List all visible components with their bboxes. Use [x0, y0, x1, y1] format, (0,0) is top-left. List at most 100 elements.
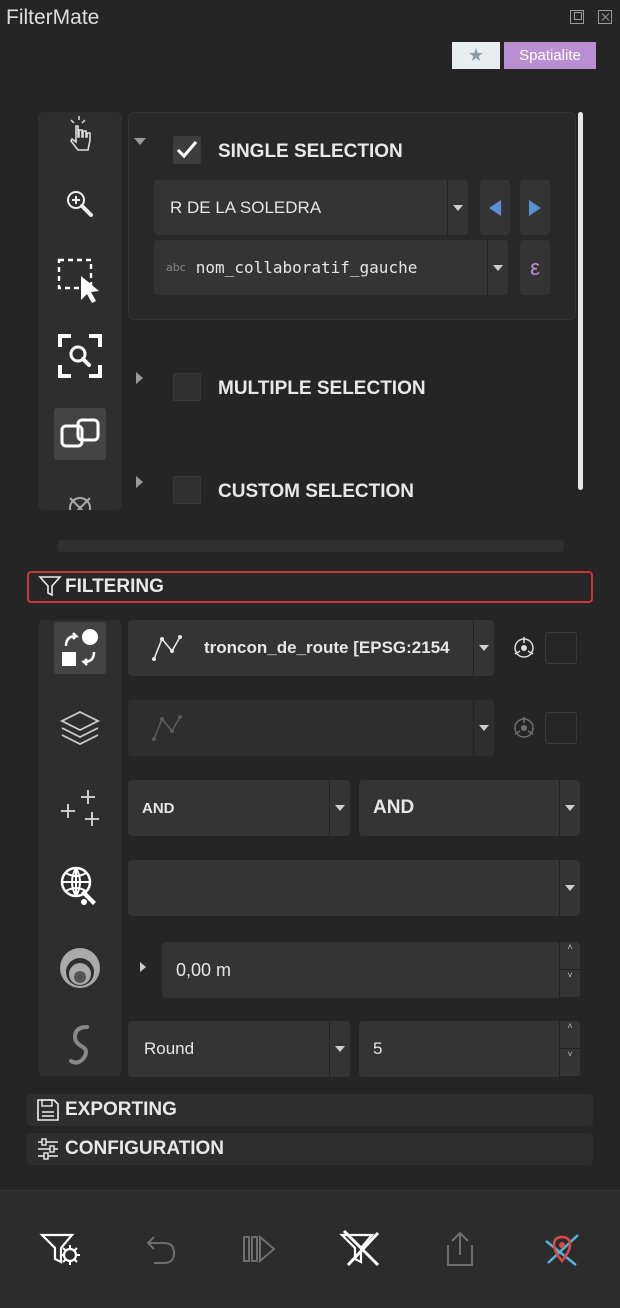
line-layer-icon: [152, 635, 182, 661]
buffer-value-spinbox[interactable]: 0,00 m ˄ ˅: [162, 942, 580, 998]
configuration-section-header[interactable]: CONFIGURATION: [27, 1133, 593, 1165]
next-feature-button[interactable]: [520, 180, 550, 235]
linked-squares-icon: [60, 418, 100, 448]
curve-s-icon: [69, 1025, 89, 1065]
sliders-icon: [38, 1138, 58, 1160]
step-forward-icon: [243, 1234, 276, 1264]
buffer-type-tool[interactable]: [54, 1020, 106, 1072]
configuration-section-label: CONFIGURATION: [65, 1138, 225, 1159]
feature-picker-value: R DE LA SOLEDRA: [170, 197, 322, 217]
buffer-type-select[interactable]: Round: [128, 1021, 350, 1077]
checkmark-icon: [176, 141, 198, 159]
target-layer-options-icon[interactable]: [512, 716, 536, 740]
custom-selection-checkbox[interactable]: [173, 476, 201, 504]
chevron-down-icon: [447, 180, 468, 235]
field-type-badge: abc: [166, 261, 186, 274]
chevron-down-icon: [473, 620, 494, 676]
field-name: nom_collaboratif_gauche: [195, 258, 418, 277]
source-layer-checkbox[interactable]: [545, 632, 577, 664]
spin-up-icon[interactable]: ˄: [560, 942, 580, 970]
field-expression-picker[interactable]: abc nom_collaboratif_gauche: [154, 240, 508, 295]
chevron-down-icon: [559, 780, 580, 836]
expression-builder-button[interactable]: ε: [520, 240, 550, 295]
chevron-down-icon: [329, 1021, 350, 1077]
predicate-select[interactable]: [128, 860, 580, 916]
filter-gear-icon: [39, 1233, 80, 1265]
triangle-left-icon: [489, 199, 501, 216]
buffer-segments-value: 5: [373, 1039, 383, 1058]
layers-icon: [59, 710, 101, 746]
previous-feature-button[interactable]: [480, 180, 510, 235]
zoom-in-icon: [67, 191, 93, 217]
buffer-tool[interactable]: [54, 942, 106, 994]
selection-scrollbar[interactable]: [578, 112, 583, 490]
buffer-segments-spinbox[interactable]: 5 ˄ ˅: [359, 1021, 580, 1077]
combine-operator-1-select[interactable]: AND: [128, 780, 350, 836]
buffer-spin-buttons[interactable]: ˄ ˅: [559, 942, 580, 998]
export-button[interactable]: [436, 1225, 484, 1273]
chevron-down-icon: [487, 240, 508, 295]
zoom-tool[interactable]: [54, 178, 106, 230]
triangle-right-icon: [529, 199, 541, 216]
window-title: FilterMate: [6, 6, 100, 29]
spin-up-icon[interactable]: ˄: [560, 1021, 580, 1049]
undo-icon: [146, 1236, 176, 1264]
zoom-to-selection-tool[interactable]: [54, 330, 106, 382]
clear-selection-icon: [69, 497, 91, 510]
select-rectangle-icon: [57, 258, 99, 303]
single-selection-collapse-arrow[interactable]: [134, 138, 146, 145]
multiple-selection-label: MULTIPLE SELECTION: [218, 378, 426, 399]
single-selection-checkbox[interactable]: [173, 136, 201, 164]
panel-splitter[interactable]: [58, 540, 564, 552]
redo-filter-button[interactable]: [236, 1225, 284, 1273]
centroid-icon: [514, 717, 534, 738]
action-bar: [0, 1190, 620, 1308]
star-icon: ★: [467, 45, 485, 65]
map-pin-cross-icon: [545, 1234, 579, 1266]
multiple-selection-checkbox[interactable]: [173, 373, 201, 401]
spin-down-icon[interactable]: ˅: [560, 1049, 580, 1077]
chevron-down-icon: [473, 700, 494, 756]
hand-pointer-icon: [70, 116, 91, 151]
focus-search-icon: [58, 334, 102, 378]
custom-selection-label: CUSTOM SELECTION: [218, 481, 414, 502]
favorites-button[interactable]: ★: [452, 42, 500, 69]
apply-filter-button[interactable]: [36, 1225, 84, 1273]
exporting-section-header[interactable]: EXPORTING: [27, 1094, 593, 1126]
target-layer-checkbox[interactable]: [545, 712, 577, 744]
buffer-expand-arrow[interactable]: [140, 962, 146, 972]
line-layer-icon: [152, 715, 182, 741]
identify-tool[interactable]: [54, 112, 106, 160]
globe-edit-icon: [60, 866, 96, 905]
select-rectangle-tool[interactable]: [54, 254, 106, 306]
source-layer-picker[interactable]: troncon_de_route [EPSG:2154: [128, 620, 494, 676]
single-selection-label: SINGLE SELECTION: [218, 141, 403, 162]
filter-icon: [38, 576, 62, 597]
geometric-predicates-tool[interactable]: [54, 622, 106, 674]
reset-selection-tool[interactable]: [54, 482, 106, 510]
chevron-down-icon: [329, 780, 350, 836]
filtering-section-header[interactable]: FILTERING: [27, 571, 593, 603]
combine-operator-2-select[interactable]: AND: [359, 780, 580, 836]
shapes-transform-icon: [62, 629, 98, 666]
filter-off-icon: [339, 1229, 380, 1267]
backend-badge[interactable]: Spatialite: [504, 42, 596, 69]
layers-tool[interactable]: [54, 702, 106, 754]
close-window-button[interactable]: [598, 10, 612, 24]
source-layer-options-icon[interactable]: [512, 636, 536, 660]
about-button[interactable]: [538, 1225, 586, 1273]
crs-tool[interactable]: [54, 860, 106, 912]
spin-down-icon[interactable]: ˅: [560, 970, 580, 998]
float-window-button[interactable]: [570, 10, 584, 24]
multiple-selection-expand-arrow[interactable]: [136, 372, 143, 384]
undo-filter-button[interactable]: [136, 1225, 184, 1273]
custom-selection-expand-arrow[interactable]: [136, 476, 143, 488]
filtering-section-label: FILTERING: [65, 576, 164, 597]
segments-spin-buttons[interactable]: ˄ ˅: [559, 1021, 580, 1077]
save-icon: [37, 1099, 59, 1121]
link-layers-tool[interactable]: [54, 408, 106, 460]
unfilter-button[interactable]: [336, 1225, 384, 1273]
combine-operator-tool[interactable]: [54, 782, 106, 834]
feature-picker[interactable]: R DE LA SOLEDRA: [154, 180, 468, 235]
target-layer-picker[interactable]: [128, 700, 494, 756]
